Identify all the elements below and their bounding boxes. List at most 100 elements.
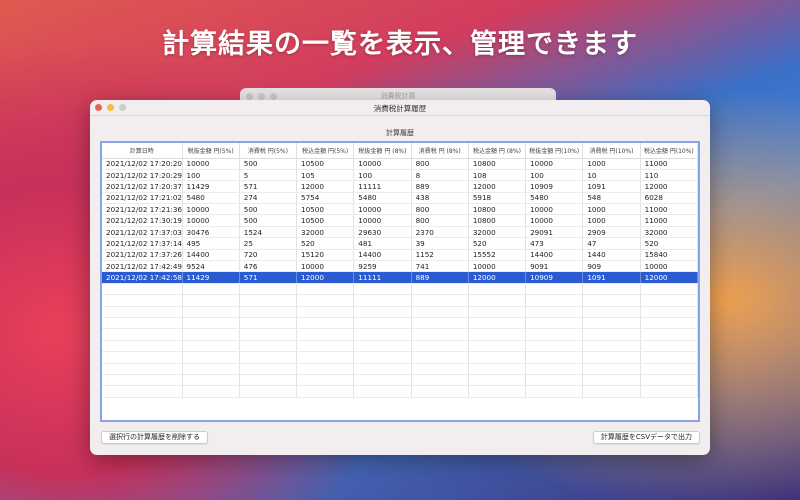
window-title: 消費税計算履歴 bbox=[373, 104, 427, 113]
table-row[interactable]: 2021/12/02 17:37:14 495 25 520 481 39 520 473 47… bbox=[102, 237, 698, 250]
empty-cell bbox=[468, 328, 527, 341]
column-header[interactable]: 計算日時 bbox=[102, 143, 183, 159]
table-cell: 1000 bbox=[582, 158, 641, 170]
table-cell: 10000 bbox=[640, 260, 698, 273]
empty-cell bbox=[102, 385, 183, 398]
empty-cell bbox=[296, 374, 355, 387]
table-cell: 2021/12/02 17:20:29 bbox=[102, 169, 183, 182]
empty-cell bbox=[353, 340, 412, 353]
table-row[interactable]: 2021/12/02 17:20:20 10000 500 10500 10000 800… bbox=[102, 158, 698, 170]
table-cell: 15840 bbox=[640, 249, 698, 262]
table-cell: 476 bbox=[239, 260, 298, 273]
empty-cell bbox=[296, 363, 355, 375]
history-table[interactable]: 計算日時 税抜金額 円(5%) 消費税 円(5%) 税込金額 円(5%) 税抜金額 円 … bbox=[100, 141, 700, 422]
empty-cell bbox=[582, 306, 641, 318]
title-bar[interactable]: 消費税計算履歴 bbox=[90, 100, 710, 116]
table-cell: 32000 bbox=[296, 226, 355, 239]
table-cell: 32000 bbox=[468, 226, 527, 239]
empty-cell bbox=[296, 306, 355, 318]
table-cell: 25 bbox=[239, 237, 298, 250]
column-header[interactable]: 税抜金額 円(5%) bbox=[182, 143, 240, 159]
column-header[interactable]: 税抜金額 円 (8%) bbox=[353, 143, 412, 159]
table-cell: 15120 bbox=[296, 249, 355, 262]
export-csv-button[interactable]: 計算履歴をCSVデータで出力 bbox=[592, 431, 700, 444]
table-cell: 800 bbox=[411, 158, 469, 170]
empty-cell bbox=[582, 385, 641, 398]
table-cell: 12000 bbox=[296, 180, 355, 193]
table-cell: 10500 bbox=[296, 214, 355, 227]
column-header[interactable]: 消費税 円(5%) bbox=[239, 143, 298, 159]
empty-cell bbox=[525, 283, 584, 296]
table-cell: 2021/12/02 17:37:14 bbox=[102, 237, 183, 250]
table-cell: 10000 bbox=[353, 203, 412, 216]
table-cell: 2021/12/02 17:37:26 bbox=[102, 249, 183, 262]
empty-cell bbox=[411, 317, 469, 330]
table-cell: 10000 bbox=[182, 214, 240, 227]
empty-cell bbox=[353, 328, 412, 341]
table-row[interactable]: 2021/12/02 17:21:36 10000 500 10500 10000 800… bbox=[102, 203, 698, 216]
table-row[interactable]: 2021/12/02 17:37:26 14400 720 15120 14400 115… bbox=[102, 249, 698, 262]
empty-row bbox=[102, 385, 698, 398]
table-cell: 495 bbox=[182, 237, 240, 250]
headline: 計算結果の一覧を表示、管理できます bbox=[162, 29, 638, 60]
empty-cell bbox=[239, 351, 298, 364]
table-cell: 100 bbox=[353, 169, 412, 182]
empty-cell bbox=[296, 294, 355, 307]
table-cell: 9259 bbox=[353, 260, 412, 273]
delete-selected-button[interactable]: 選択行の計算履歴を削除する bbox=[101, 431, 208, 444]
table-row[interactable]: 2021/12/02 17:20:29 100 5 105 100 8 108 100 10 11… bbox=[102, 169, 698, 182]
empty-cell bbox=[468, 294, 527, 307]
empty-cell bbox=[468, 306, 527, 318]
column-header[interactable]: 税込金額 円(10%) bbox=[640, 143, 698, 159]
table-cell: 12000 bbox=[468, 271, 527, 284]
table-cell: 10000 bbox=[525, 158, 584, 170]
table-row[interactable]: 2021/12/02 17:21:02 5480 274 5754 5480 438 591… bbox=[102, 192, 698, 205]
table-cell: 500 bbox=[239, 158, 298, 170]
table-cell: 5918 bbox=[468, 192, 527, 205]
table-row[interactable]: 2021/12/02 17:30:19 10000 500 10500 10000 800… bbox=[102, 214, 698, 227]
table-cell: 10500 bbox=[296, 203, 355, 216]
empty-row bbox=[102, 340, 698, 353]
empty-cell bbox=[525, 317, 584, 330]
table-cell: 2909 bbox=[582, 226, 641, 239]
table-cell: 800 bbox=[411, 203, 469, 216]
column-header[interactable]: 税込金額 円(5%) bbox=[296, 143, 355, 159]
column-header[interactable]: 税抜金額 円(10%) bbox=[525, 143, 584, 159]
empty-cell bbox=[353, 317, 412, 330]
empty-cell bbox=[353, 351, 412, 364]
empty-cell bbox=[353, 374, 412, 387]
empty-cell bbox=[239, 374, 298, 387]
empty-cell bbox=[468, 385, 527, 398]
table-row[interactable]: 2021/12/02 17:37:03 30476 1524 32000 29630 23… bbox=[102, 226, 698, 239]
column-header[interactable]: 消費税 円 (8%) bbox=[411, 143, 469, 159]
column-header[interactable]: 税込金額 円 (8%) bbox=[468, 143, 527, 159]
table-cell: 800 bbox=[411, 214, 469, 227]
table-cell: 438 bbox=[411, 192, 469, 205]
table-row[interactable]: 2021/12/02 17:42:49 9524 476 10000 9259 741 10… bbox=[102, 260, 698, 273]
table-cell: 889 bbox=[411, 180, 469, 193]
table-cell: 2370 bbox=[411, 226, 469, 239]
table-cell: 520 bbox=[468, 237, 527, 250]
table-cell: 10000 bbox=[468, 260, 527, 273]
table-cell: 11000 bbox=[640, 203, 698, 216]
empty-cell bbox=[640, 317, 698, 330]
column-header[interactable]: 消費税 円(10%) bbox=[582, 143, 641, 159]
table-cell: 10000 bbox=[525, 214, 584, 227]
table-row[interactable]: 2021/12/02 17:20:37 11429 571 12000 11111 889… bbox=[102, 180, 698, 193]
empty-cell bbox=[582, 340, 641, 353]
empty-cell bbox=[102, 340, 183, 353]
empty-cell bbox=[525, 385, 584, 398]
empty-cell bbox=[239, 340, 298, 353]
table-cell: 2021/12/02 17:21:36 bbox=[102, 203, 183, 216]
empty-cell bbox=[353, 294, 412, 307]
table-cell: 1152 bbox=[411, 249, 469, 262]
table-cell: 1524 bbox=[239, 226, 298, 239]
empty-cell bbox=[182, 328, 240, 341]
table-cell: 1091 bbox=[582, 271, 641, 284]
table-row[interactable]: 2021/12/02 17:42:58 11429 571 12000 11111 889… bbox=[102, 271, 698, 284]
table-cell: 481 bbox=[353, 237, 412, 250]
empty-row bbox=[102, 374, 698, 387]
empty-cell bbox=[102, 283, 183, 296]
table-cell: 12000 bbox=[296, 271, 355, 284]
empty-cell bbox=[353, 306, 412, 318]
